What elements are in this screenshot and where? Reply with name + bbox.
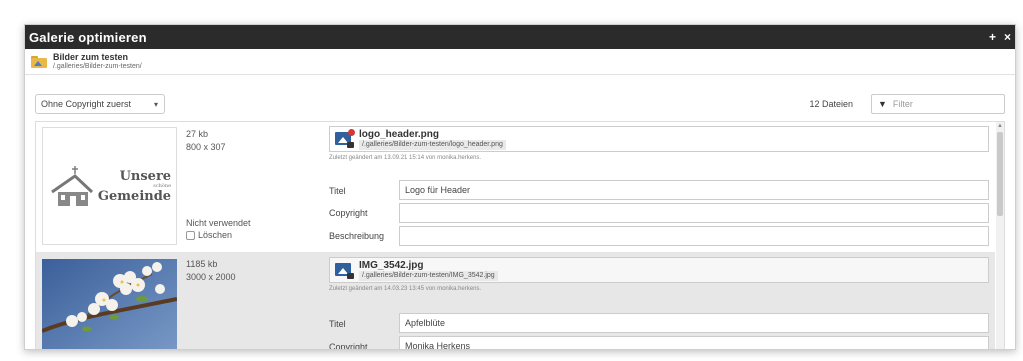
file-path: /.galleries/Bilder-zum-testen/logo_heade… [359, 139, 506, 150]
folder-name: Bilder zum testen [53, 52, 129, 62]
image-dimensions: 3000 x 2000 [186, 272, 236, 282]
thumbnail[interactable] [42, 259, 177, 349]
file-path: /.galleries/Bilder-zum-testen/IMG_3542.j… [359, 270, 498, 281]
title-value: Logo für Header [405, 185, 471, 195]
title-label: Titel [329, 319, 346, 329]
close-icon[interactable]: × [1004, 30, 1011, 44]
file-list-item: 1185 kb 3000 x 2000 IMG_3542.jpg /.galle… [36, 252, 995, 349]
usage-status: Nicht verwendet [186, 218, 251, 228]
folder-path: /.galleries/Bilder-zum-testen/ [53, 63, 142, 70]
list-scrollbar[interactable]: ▲ [996, 122, 1004, 349]
folder-bar: Bilder zum testen /.galleries/Bilder-zum… [25, 49, 1015, 75]
dialog-titlebar: Galerie optimieren + × [25, 25, 1015, 49]
title-label: Titel [329, 186, 346, 196]
sort-select[interactable]: Ohne Copyright zuerst ▾ [35, 94, 165, 114]
delete-label: Löschen [198, 230, 233, 240]
file-list: Unsere schöne Gemeinde 27 kb 800 x 307 N… [35, 121, 1005, 349]
file-info-card[interactable]: IMG_3542.jpg /.galleries/Bilder-zum-test… [329, 257, 989, 283]
file-size: 27 kb [186, 129, 209, 139]
file-count: 12 Dateien [809, 99, 853, 109]
dialog-title: Galerie optimieren [29, 29, 147, 45]
file-name: IMG_3542.jpg [359, 259, 424, 271]
title-value: Apfelblüte [405, 318, 446, 328]
file-info-card[interactable]: logo_header.png /.galleries/Bilder-zum-t… [329, 126, 989, 152]
image-file-icon [334, 129, 355, 148]
last-changed: Zuletzt geändert am 13.09.21 15:14 von m… [329, 155, 482, 161]
file-size: 1185 kb [186, 259, 218, 269]
thumbnail[interactable]: Unsere schöne Gemeinde [42, 127, 177, 245]
scroll-up-icon[interactable]: ▲ [997, 123, 1003, 129]
description-label: Beschreibung [329, 231, 385, 241]
list-toolbar: Ohne Copyright zuerst ▾ 12 Dateien ▼ Fil… [35, 93, 1005, 115]
filter-placeholder: Filter [892, 99, 913, 109]
chevron-down-icon: ▾ [153, 99, 158, 109]
copyright-value: Monika Herkens [405, 341, 471, 349]
logo-line-2: schöne [153, 182, 172, 189]
optimize-gallery-dialog: Galerie optimieren + × Bilder zum testen… [24, 24, 1016, 350]
copyright-label: Copyright [329, 208, 368, 218]
filter-input[interactable]: ▼ Filter [871, 94, 1005, 114]
copyright-label: Copyright [329, 342, 368, 349]
filter-icon: ▼ [878, 99, 887, 109]
copyright-field[interactable] [399, 203, 989, 223]
image-folder-icon [31, 55, 47, 68]
title-field[interactable]: Apfelblüte [399, 313, 989, 333]
last-changed: Zuletzt geändert am 14.03.23 13:45 von m… [329, 286, 482, 292]
apple-blossom-photo [42, 259, 177, 349]
title-field[interactable]: Logo für Header [399, 180, 989, 200]
church-logo-image: Unsere schöne Gemeinde [48, 164, 171, 208]
copyright-field[interactable]: Monika Herkens [399, 336, 989, 349]
sort-select-value: Ohne Copyright zuerst [41, 99, 132, 109]
file-name: logo_header.png [359, 128, 440, 140]
add-icon[interactable]: + [989, 30, 996, 44]
church-icon [51, 166, 93, 206]
checkbox-icon[interactable] [186, 230, 195, 240]
description-field[interactable] [399, 226, 989, 246]
logo-line-3: Gemeinde [97, 188, 172, 204]
scrollbar-thumb[interactable] [997, 132, 1003, 216]
image-dimensions: 800 x 307 [186, 142, 226, 152]
delete-checkbox[interactable]: Löschen [186, 230, 251, 240]
logo-line-1: Unsere [119, 168, 172, 184]
image-file-icon [334, 261, 354, 279]
file-list-item: Unsere schöne Gemeinde 27 kb 800 x 307 N… [36, 122, 995, 252]
